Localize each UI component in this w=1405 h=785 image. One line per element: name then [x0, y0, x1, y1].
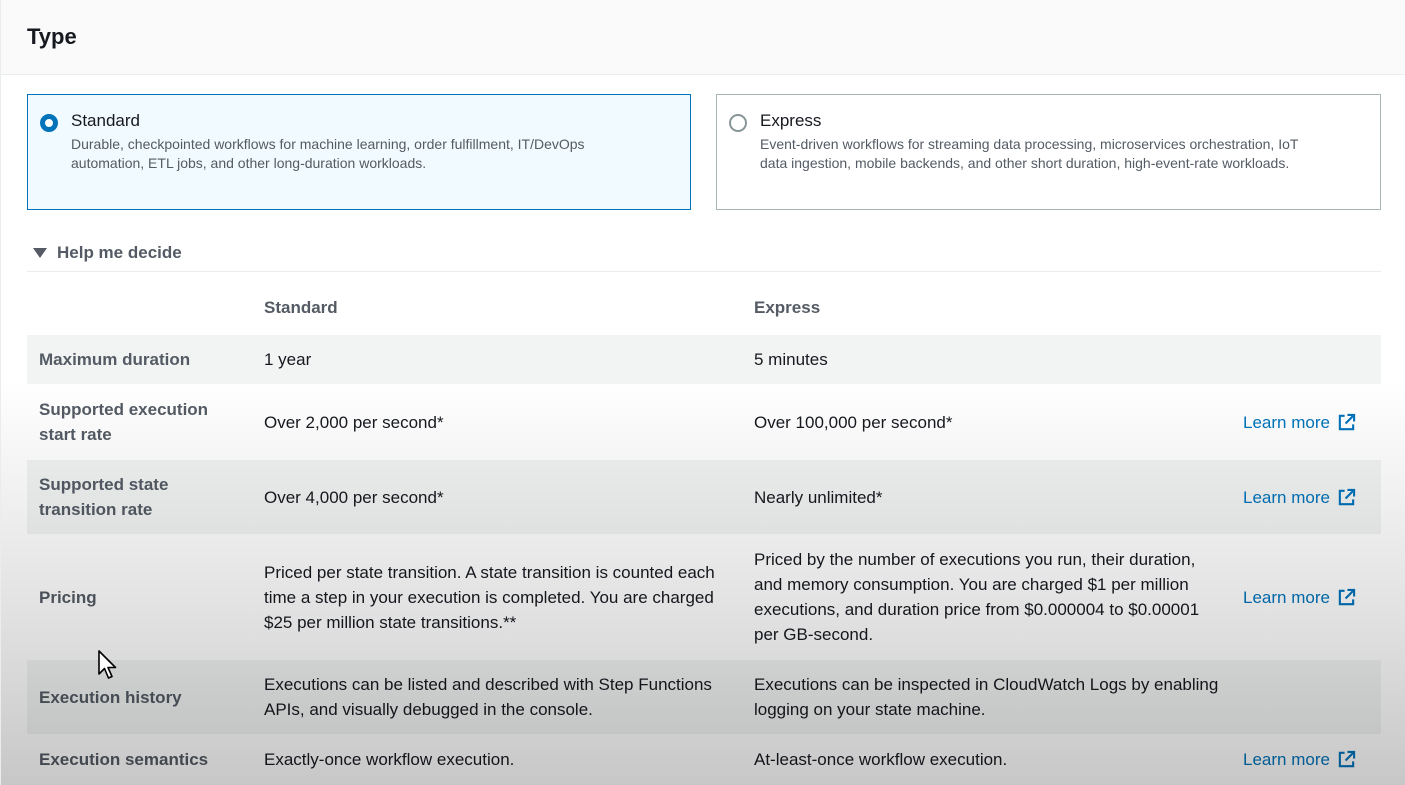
comparison-row-state-transition-rate: Supported state transition rate Over 4,0…: [27, 460, 1381, 534]
express-value: 5 minutes: [754, 350, 828, 369]
express-option-label: Express: [760, 111, 822, 130]
express-option-tile[interactable]: Express Event-driven workflows for strea…: [716, 94, 1381, 210]
learn-more-label: Learn more: [1243, 750, 1330, 769]
external-link-icon: [1338, 750, 1356, 768]
standard-value: Over 2,000 per second*: [264, 412, 444, 432]
comparison-row-execution-start-rate: Supported execution start rate Over 2,00…: [27, 384, 1381, 460]
comparison-row-pricing: Pricing Priced per state transition. A s…: [27, 534, 1381, 660]
caret-down-icon: [33, 248, 47, 258]
row-label: Execution history: [39, 687, 182, 707]
external-link-icon: [1338, 413, 1356, 430]
standard-option-description: Durable, checkpointed workflows for mach…: [71, 136, 585, 171]
standard-value: Over 4,000 per second*: [264, 487, 444, 507]
standard-column-header: Standard: [264, 298, 338, 317]
standard-radio-button[interactable]: [40, 114, 58, 132]
comparison-row-maximum-duration: Maximum duration 1 year 5 minutes: [27, 335, 1381, 384]
panel-title: Type: [27, 24, 77, 49]
learn-more-cell: Learn more: [1243, 534, 1373, 660]
type-panel: Type Standard Durable, checkpointed work…: [0, 0, 1405, 785]
learn-more-link[interactable]: Learn more: [1243, 585, 1356, 610]
external-link-icon: [1338, 588, 1356, 605]
panel-header: Type: [1, 0, 1405, 75]
help-me-decide-toggle[interactable]: Help me decide: [27, 241, 182, 265]
standard-option-label: Standard: [71, 111, 140, 130]
row-label: Execution semantics: [39, 750, 209, 769]
learn-more-label: Learn more: [1243, 587, 1330, 607]
row-label: Maximum duration: [39, 350, 191, 369]
learn-more-cell: Learn more: [1243, 384, 1373, 460]
express-value: Nearly unlimited*: [754, 487, 883, 507]
standard-value: Exactly-once workflow execution.: [264, 750, 515, 769]
learn-more-label: Learn more: [1243, 412, 1330, 432]
learn-more-link[interactable]: Learn more: [1243, 485, 1356, 510]
learn-more-cell: Learn more: [1243, 460, 1373, 534]
standard-value: 1 year: [264, 350, 312, 369]
standard-value: Executions can be listed and described w…: [264, 675, 712, 719]
learn-more-link[interactable]: Learn more: [1243, 747, 1356, 772]
row-label: Supported execution start rate: [39, 400, 209, 444]
express-column-header: Express: [754, 298, 821, 317]
section-divider: [27, 271, 1381, 272]
comparison-row-execution-semantics: Execution semantics Exactly-once workflo…: [27, 734, 1381, 785]
express-value: Executions can be inspected in CloudWatc…: [754, 675, 1219, 719]
express-option-description: Event-driven workflows for streaming dat…: [760, 136, 1299, 171]
standard-option-tile[interactable]: Standard Durable, checkpointed workflows…: [27, 94, 691, 210]
learn-more-cell: Learn more: [1243, 734, 1373, 785]
learn-more-label: Learn more: [1243, 487, 1330, 507]
external-link-icon: [1338, 488, 1356, 505]
express-value: Over 100,000 per second*: [754, 412, 953, 432]
row-label: Pricing: [39, 587, 97, 607]
express-value: Priced by the number of executions you r…: [754, 550, 1200, 644]
express-radio-button[interactable]: [729, 114, 747, 132]
comparison-row-execution-history: Execution history Executions can be list…: [27, 660, 1381, 734]
row-label: Supported state transition rate: [39, 475, 169, 519]
express-value: At-least-once workflow execution.: [754, 750, 1008, 769]
learn-more-link[interactable]: Learn more: [1243, 410, 1356, 435]
standard-value: Priced per state transition. A state tra…: [264, 562, 715, 632]
help-me-decide-label: Help me decide: [57, 243, 182, 262]
